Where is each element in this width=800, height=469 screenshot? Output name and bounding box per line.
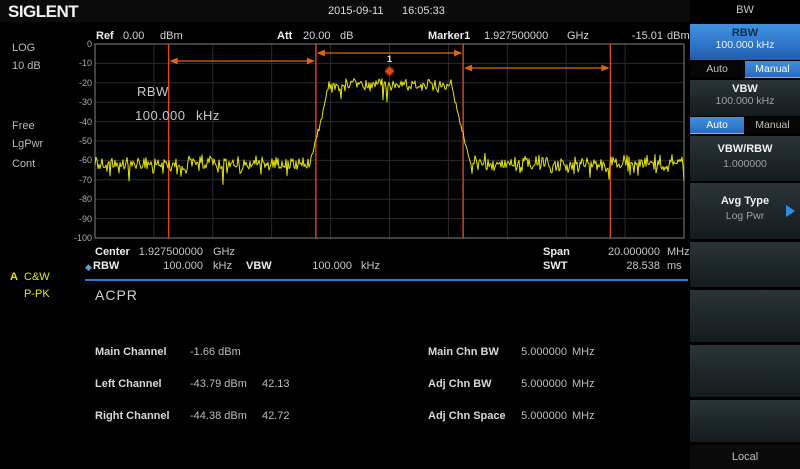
marker-amp-value: -15.01 bbox=[600, 30, 663, 42]
ref-unit: dBm bbox=[160, 30, 183, 42]
marker-readout-label: Marker1 bbox=[428, 30, 470, 42]
y-axis-label: -30 bbox=[52, 97, 92, 107]
marker-freq-value: 1.927500000 bbox=[484, 30, 548, 42]
ref-label: Ref bbox=[96, 30, 114, 42]
y-axis-label: -10 bbox=[52, 58, 92, 68]
marker-amp-unit: dBm bbox=[667, 30, 690, 42]
span-label: Span bbox=[543, 246, 570, 258]
rbw-plot-annotation-label: RBW bbox=[137, 84, 169, 99]
svg-text:1: 1 bbox=[387, 54, 393, 65]
ref-value: 0.00 bbox=[123, 30, 144, 42]
y-axis-label: -80 bbox=[52, 194, 92, 204]
y-axis-label: -60 bbox=[52, 155, 92, 165]
y-axis-label: -70 bbox=[52, 175, 92, 185]
marker-freq-unit: GHz bbox=[567, 30, 589, 42]
span-value: 20.000000 bbox=[585, 246, 660, 258]
center-freq-label: Center bbox=[95, 246, 130, 258]
rbw-coupled-icon: ◆ bbox=[85, 262, 92, 273]
vbw-footer-unit: kHz bbox=[361, 260, 380, 272]
att-unit: dB bbox=[340, 30, 353, 42]
vbw-footer-value: 100.000 bbox=[280, 260, 352, 272]
y-axis-label: 0 bbox=[52, 39, 92, 49]
rbw-plot-annotation-value: 100.000 bbox=[135, 108, 186, 123]
spectrum-plot: 1 bbox=[0, 0, 800, 469]
swt-unit: ms bbox=[667, 260, 682, 272]
swt-value: 28.538 bbox=[585, 260, 660, 272]
vbw-footer-label: VBW bbox=[246, 260, 272, 272]
att-value: 20.00 bbox=[303, 30, 331, 42]
center-freq-unit: GHz bbox=[213, 246, 235, 258]
att-label: Att bbox=[277, 30, 292, 42]
rbw-footer-label: RBW bbox=[93, 260, 119, 272]
center-freq-value: 1.927500000 bbox=[130, 246, 203, 258]
rbw-footer-unit: kHz bbox=[213, 260, 232, 272]
rbw-footer-value: 100.000 bbox=[130, 260, 203, 272]
y-axis-label: -100 bbox=[52, 233, 92, 243]
span-unit: MHz bbox=[667, 246, 690, 258]
y-axis-label: -90 bbox=[52, 214, 92, 224]
y-axis-label: -20 bbox=[52, 78, 92, 88]
y-axis-label: -50 bbox=[52, 136, 92, 146]
section-divider bbox=[85, 279, 688, 281]
y-axis-label: -40 bbox=[52, 117, 92, 127]
swt-label: SWT bbox=[543, 260, 567, 272]
rbw-plot-annotation-unit: kHz bbox=[196, 108, 220, 123]
spectrum-analyzer-screen: SIGLENT 2015-09-11 16:05:33 LOG 10 dB Fr… bbox=[0, 0, 800, 469]
